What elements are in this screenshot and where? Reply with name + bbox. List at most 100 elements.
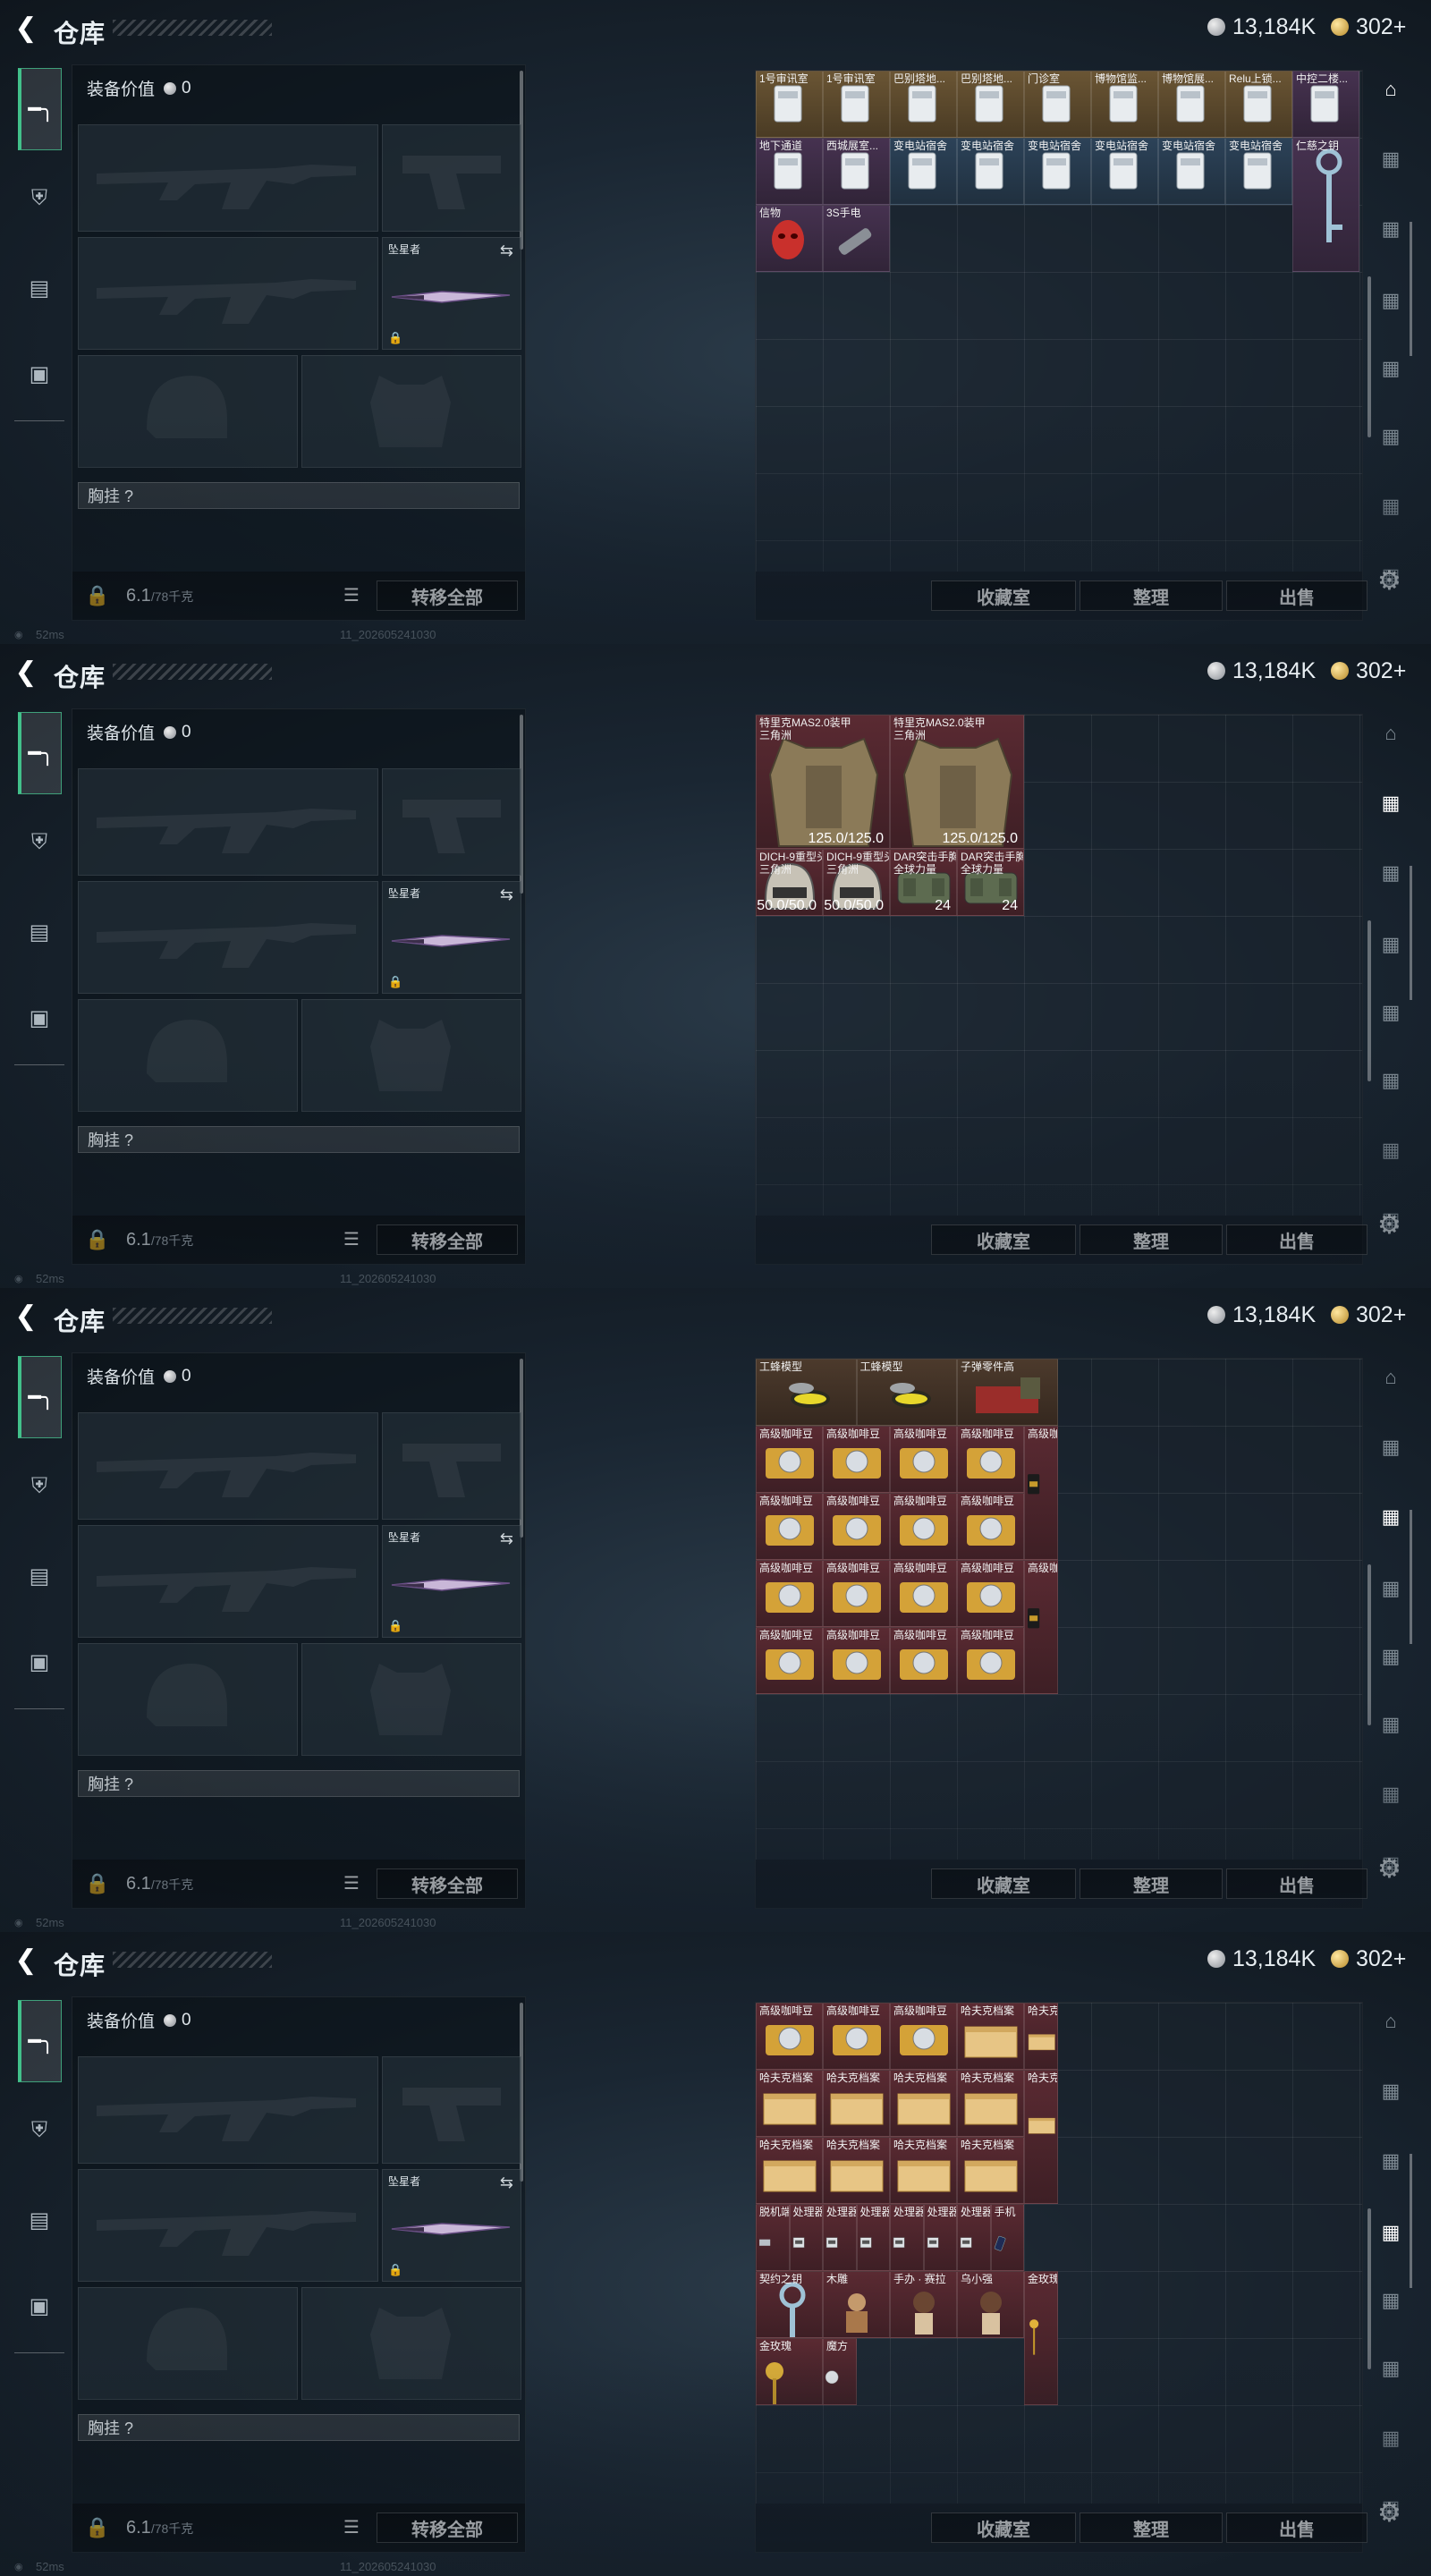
- pistol-slot[interactable]: [382, 124, 521, 232]
- stash-item[interactable]: 博物馆监...: [1091, 71, 1158, 138]
- stash-item[interactable]: 变电站宿舍: [957, 138, 1024, 205]
- stash-page-tab-1-icon[interactable]: ▦: [1368, 784, 1413, 823]
- stash-item[interactable]: 高级咖啡豆: [957, 1560, 1024, 1627]
- gear-icon[interactable]: ⚙: [1377, 1209, 1401, 1241]
- stash-item[interactable]: 信物: [756, 205, 823, 272]
- stash-item[interactable]: 哈夫克档案: [1024, 2003, 1058, 2070]
- stash-item[interactable]: 高级咖啡豆: [890, 1560, 957, 1627]
- gear-icon[interactable]: ⚙: [1377, 1853, 1401, 1885]
- chest-rig-label[interactable]: 胸挂 ?: [78, 1770, 520, 1797]
- lock-icon[interactable]: 🔒: [85, 1228, 109, 1251]
- sort-button[interactable]: 整理: [1080, 580, 1223, 611]
- stash-item[interactable]: 西城展室...: [823, 138, 890, 205]
- list-icon[interactable]: ☰: [341, 1228, 362, 1250]
- stash-item[interactable]: 契约之钥: [756, 2271, 823, 2338]
- stash-item[interactable]: DAR突击手胸挂 全球力量 24: [890, 849, 957, 916]
- gear-icon[interactable]: ⚙: [1377, 565, 1401, 597]
- primary-weapon-slot[interactable]: [78, 1412, 378, 1520]
- sell-button[interactable]: 出售: [1226, 580, 1367, 611]
- stash-item[interactable]: DICH-9重型头盔 三角洲 50.0/50.0: [823, 849, 890, 916]
- stash-item[interactable]: 高级咖啡豆: [756, 1426, 823, 1493]
- stash-page-tab-1-icon[interactable]: ▦: [1368, 140, 1413, 179]
- nav-armor-icon[interactable]: ⛨: [20, 1467, 59, 1506]
- swap-icon[interactable]: ⇆: [500, 886, 513, 904]
- nav-backpack-icon[interactable]: ▣: [20, 354, 59, 394]
- gold-currency[interactable]: 302+: [1331, 1301, 1406, 1329]
- transfer-all-button[interactable]: 转移全部: [377, 1868, 518, 1899]
- stash-item[interactable]: 变电站宿舍: [1158, 138, 1225, 205]
- stash-item[interactable]: 手机: [990, 2204, 1024, 2271]
- stash-item[interactable]: 高级咖啡豆: [890, 1627, 957, 1694]
- stash-grid[interactable]: 高级咖啡豆高级咖啡豆高级咖啡豆哈夫克档案哈夫克档案哈夫克档案哈夫克档案哈夫克档案…: [756, 2003, 1362, 2504]
- stash-item[interactable]: 高级咖啡豆: [957, 1426, 1024, 1493]
- helmet-slot[interactable]: [78, 999, 298, 1112]
- chest-rig-label[interactable]: 胸挂 ?: [78, 1126, 520, 1153]
- stash-page-tab-5-icon[interactable]: ▦: [1368, 2349, 1413, 2388]
- stash-item[interactable]: 高级咖啡豆: [1024, 1426, 1058, 1560]
- sort-button[interactable]: 整理: [1080, 1868, 1223, 1899]
- stash-item[interactable]: 哈夫克档案: [957, 2003, 1024, 2070]
- stash-page-tab-1-icon[interactable]: ▦: [1368, 2072, 1413, 2111]
- collection-button[interactable]: 收藏室: [931, 580, 1076, 611]
- stash-item[interactable]: DAR突击手胸挂 全球力量 24: [957, 849, 1024, 916]
- sell-button[interactable]: 出售: [1226, 2512, 1367, 2543]
- primary-weapon-slot[interactable]: [78, 2056, 378, 2164]
- stash-item[interactable]: 哈夫克档案: [890, 2137, 957, 2204]
- stash-item[interactable]: 高级咖啡豆: [823, 1627, 890, 1694]
- lock-icon[interactable]: 🔒: [85, 1872, 109, 1895]
- gold-currency[interactable]: 302+: [1331, 657, 1406, 685]
- stash-item[interactable]: 木雕: [823, 2271, 890, 2338]
- stash-page-tab-2-icon[interactable]: ▦: [1368, 209, 1413, 249]
- stash-item[interactable]: 巴别塔地...: [957, 71, 1024, 138]
- stash-item[interactable]: Relu上锁...: [1225, 71, 1292, 138]
- stash-grid[interactable]: 1号审讯室 1号审讯室 巴别塔地... 巴别塔地... 门诊室 博物馆监... 博物馆展..…: [756, 71, 1362, 572]
- helmet-slot[interactable]: [78, 1643, 298, 1756]
- stash-page-tab-2-icon[interactable]: ▦: [1368, 1497, 1413, 1537]
- armor-slot[interactable]: [301, 2287, 521, 2400]
- stash-item[interactable]: 高级咖啡豆: [890, 2003, 957, 2070]
- stash-page-tab-5-icon[interactable]: ▦: [1368, 1061, 1413, 1100]
- stash-item[interactable]: 处理器: [957, 2204, 991, 2271]
- stash-item[interactable]: 处理器: [856, 2204, 890, 2271]
- gear-icon[interactable]: ⚙: [1377, 2497, 1401, 2529]
- stash-item[interactable]: 哈夫克档案: [957, 2137, 1024, 2204]
- stash-item[interactable]: 高级咖啡豆: [890, 1493, 957, 1560]
- stash-home-tab-icon[interactable]: ⌂: [1368, 714, 1413, 753]
- nav-rig-icon[interactable]: ▤: [20, 268, 59, 308]
- transfer-all-button[interactable]: 转移全部: [377, 1224, 518, 1255]
- stash-item[interactable]: 高级咖啡豆: [756, 1560, 823, 1627]
- nav-armor-icon[interactable]: ⛨: [20, 179, 59, 218]
- stash-page-tab-2-icon[interactable]: ▦: [1368, 2141, 1413, 2181]
- stash-item[interactable]: 高级咖啡豆: [823, 2003, 890, 2070]
- collection-button[interactable]: 收藏室: [931, 1224, 1076, 1255]
- stash-item[interactable]: 高级咖啡豆: [756, 1493, 823, 1560]
- melee-slot[interactable]: 坠星者 ⇆ 🔒: [382, 1525, 521, 1638]
- stash-page-tab-4-icon[interactable]: ▦: [1368, 2281, 1413, 2320]
- stash-item[interactable]: 门诊室: [1024, 71, 1091, 138]
- stash-page-tab-6-icon[interactable]: ▦: [1368, 1131, 1413, 1170]
- sell-button[interactable]: 出售: [1226, 1224, 1367, 1255]
- helmet-slot[interactable]: [78, 355, 298, 468]
- nav-backpack-icon[interactable]: ▣: [20, 998, 59, 1038]
- pistol-slot[interactable]: [382, 2056, 521, 2164]
- nav-rig-icon[interactable]: ▤: [20, 2200, 59, 2240]
- stash-item[interactable]: 哈夫克档案: [756, 2070, 823, 2137]
- back-arrow-icon[interactable]: ❮: [11, 1945, 41, 1975]
- stash-item[interactable]: 变电站宿舍: [890, 138, 957, 205]
- stash-item[interactable]: 变电站宿舍: [1024, 138, 1091, 205]
- stash-page-tab-2-icon[interactable]: ▦: [1368, 853, 1413, 893]
- armor-slot[interactable]: [301, 355, 521, 468]
- stash-item[interactable]: 手办 · 赛拉: [890, 2271, 957, 2338]
- stash-item[interactable]: 特里克MAS2.0装甲 三角洲 125.0/125.0: [756, 715, 890, 849]
- stash-item[interactable]: 特里克MAS2.0装甲 三角洲 125.0/125.0: [890, 715, 1024, 849]
- collection-button[interactable]: 收藏室: [931, 2512, 1076, 2543]
- stash-item[interactable]: 处理器: [789, 2204, 823, 2271]
- swap-icon[interactable]: ⇆: [500, 242, 513, 260]
- stash-item[interactable]: 高级咖啡豆: [823, 1426, 890, 1493]
- primary-weapon-slot[interactable]: [78, 768, 378, 876]
- stash-page-tab-3-icon[interactable]: ▦: [1368, 2213, 1413, 2252]
- helmet-slot[interactable]: [78, 2287, 298, 2400]
- stash-item[interactable]: 变电站宿舍: [1091, 138, 1158, 205]
- stash-home-tab-icon[interactable]: ⌂: [1368, 2002, 1413, 2041]
- back-arrow-icon[interactable]: ❮: [11, 657, 41, 687]
